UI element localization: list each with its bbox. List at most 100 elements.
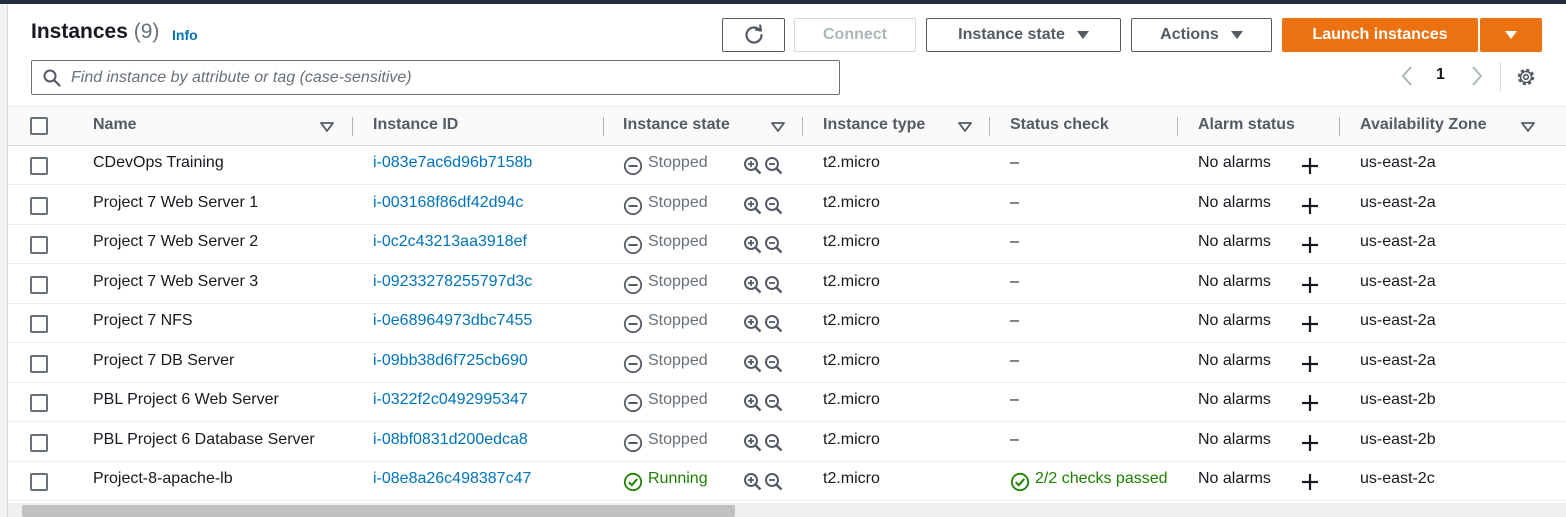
instance-id-link[interactable]: i-083e7ac6d96b7158b xyxy=(373,154,532,172)
add-alarm-icon[interactable] xyxy=(1300,235,1320,260)
instance-id-link[interactable]: i-0322f2c0492995347 xyxy=(373,391,528,409)
zoom-out-icon[interactable] xyxy=(764,275,784,300)
column-header-availability-zone[interactable]: Availability Zone xyxy=(1360,116,1487,134)
alarm-status: No alarms xyxy=(1198,194,1271,211)
column-header-instance-state[interactable]: Instance state xyxy=(623,116,730,134)
row-checkbox[interactable] xyxy=(30,236,48,254)
chevron-right-icon[interactable] xyxy=(1470,64,1484,88)
table-row[interactable]: Project 7 Web Server 3 i-09233278255797d3… xyxy=(8,264,1566,304)
info-link[interactable]: Info xyxy=(172,27,198,43)
sort-caret-icon[interactable] xyxy=(1521,122,1535,132)
row-checkbox[interactable] xyxy=(30,157,48,175)
status-check: – xyxy=(1010,233,1019,250)
instance-name[interactable]: CDevOps Training xyxy=(93,154,224,172)
search-input[interactable]: Find instance by attribute or tag (case-… xyxy=(31,60,840,95)
check-circle-icon xyxy=(1010,472,1030,497)
page-number[interactable]: 1 xyxy=(1436,66,1445,84)
select-all-checkbox[interactable] xyxy=(30,117,48,135)
row-checkbox[interactable] xyxy=(30,473,48,491)
row-checkbox[interactable] xyxy=(30,197,48,215)
column-divider[interactable] xyxy=(603,117,604,136)
column-divider[interactable] xyxy=(802,117,803,136)
table-row[interactable]: Project 7 Web Server 1 i-003168f86df42d94… xyxy=(8,185,1566,225)
zoom-out-icon[interactable] xyxy=(764,472,784,497)
actions-button[interactable]: Actions xyxy=(1131,18,1272,52)
instance-name[interactable]: Project-8-apache-lb xyxy=(93,470,233,488)
zoom-in-icon[interactable] xyxy=(743,354,763,379)
zoom-in-icon[interactable] xyxy=(743,275,763,300)
instance-id-link[interactable]: i-0e68964973dbc7455 xyxy=(373,312,532,330)
zoom-in-icon[interactable] xyxy=(743,156,763,181)
column-header-instance-id[interactable]: Instance ID xyxy=(373,116,458,134)
instance-id-link[interactable]: i-003168f86df42d94c xyxy=(373,194,523,212)
chevron-left-icon[interactable] xyxy=(1400,64,1414,88)
table-row[interactable]: Project 7 NFS i-0e68964973dbc7455 Stopped t… xyxy=(8,303,1566,343)
instance-name[interactable]: Project 7 Web Server 3 xyxy=(93,273,258,291)
instance-name[interactable]: Project 7 DB Server xyxy=(93,352,234,370)
sort-caret-icon[interactable] xyxy=(771,122,785,132)
column-header-name[interactable]: Name xyxy=(93,116,137,134)
zoom-in-icon[interactable] xyxy=(743,472,763,497)
column-header-status-check[interactable]: Status check xyxy=(1010,116,1109,134)
instance-id-link[interactable]: i-09bb38d6f725cb690 xyxy=(373,352,528,370)
instance-id-link[interactable]: i-08bf0831d200edca8 xyxy=(373,431,528,449)
zoom-out-icon[interactable] xyxy=(764,393,784,418)
add-alarm-icon[interactable] xyxy=(1300,354,1320,379)
zoom-in-icon[interactable] xyxy=(743,196,763,221)
sort-caret-icon[interactable] xyxy=(320,122,334,132)
table-row[interactable]: Project 7 Web Server 2 i-0c2c43213aa3918e… xyxy=(8,224,1566,264)
instance-state-button[interactable]: Instance state xyxy=(926,18,1121,52)
gear-icon[interactable] xyxy=(1515,66,1537,88)
instance-name[interactable]: Project 7 Web Server 1 xyxy=(93,194,258,212)
zoom-in-icon[interactable] xyxy=(743,433,763,458)
add-alarm-icon[interactable] xyxy=(1300,472,1320,497)
caret-down-icon xyxy=(1230,30,1243,39)
column-divider[interactable] xyxy=(989,117,990,136)
zoom-out-icon[interactable] xyxy=(764,196,784,221)
instance-name[interactable]: PBL Project 6 Web Server xyxy=(93,391,279,409)
row-checkbox[interactable] xyxy=(30,276,48,294)
instance-id-link[interactable]: i-0c2c43213aa3918ef xyxy=(373,233,527,251)
refresh-button[interactable] xyxy=(722,18,785,52)
scrollbar-thumb[interactable] xyxy=(22,505,735,517)
column-divider[interactable] xyxy=(1177,117,1178,136)
zoom-out-icon[interactable] xyxy=(764,433,784,458)
add-alarm-icon[interactable] xyxy=(1300,275,1320,300)
row-checkbox[interactable] xyxy=(30,394,48,412)
table-row[interactable]: CDevOps Training i-083e7ac6d96b7158b Stopp… xyxy=(8,145,1566,185)
instance-name[interactable]: PBL Project 6 Database Server xyxy=(93,431,315,449)
row-checkbox[interactable] xyxy=(30,434,48,452)
connect-button[interactable]: Connect xyxy=(794,18,916,52)
zoom-out-icon[interactable] xyxy=(764,235,784,260)
instance-name[interactable]: Project 7 Web Server 2 xyxy=(93,233,258,251)
instance-id-link[interactable]: i-08e8a26c498387c47 xyxy=(373,470,531,488)
column-header-alarm-status[interactable]: Alarm status xyxy=(1198,116,1295,134)
add-alarm-icon[interactable] xyxy=(1300,156,1320,181)
zoom-in-icon[interactable] xyxy=(743,235,763,260)
table-row[interactable]: Project 7 DB Server i-09bb38d6f725cb690 St… xyxy=(8,343,1566,383)
table-row[interactable]: PBL Project 6 Web Server i-0322f2c0492995… xyxy=(8,382,1566,422)
table-row[interactable]: PBL Project 6 Database Server i-08bf0831d… xyxy=(8,422,1566,462)
status-check: – xyxy=(1010,273,1019,290)
instance-name[interactable]: Project 7 NFS xyxy=(93,312,193,330)
zoom-out-icon[interactable] xyxy=(764,156,784,181)
zoom-out-icon[interactable] xyxy=(764,354,784,379)
table-row[interactable]: Project-8-apache-lb i-08e8a26c498387c47 Ru… xyxy=(8,461,1566,501)
instance-id-link[interactable]: i-09233278255797d3c xyxy=(373,273,532,291)
launch-instances-button[interactable]: Launch instances xyxy=(1282,18,1478,52)
zoom-in-icon[interactable] xyxy=(743,314,763,339)
zoom-out-icon[interactable] xyxy=(764,314,784,339)
add-alarm-icon[interactable] xyxy=(1300,433,1320,458)
instance-type: t2.micro xyxy=(823,470,880,487)
column-divider[interactable] xyxy=(352,117,353,136)
row-checkbox[interactable] xyxy=(30,355,48,373)
zoom-in-icon[interactable] xyxy=(743,393,763,418)
add-alarm-icon[interactable] xyxy=(1300,393,1320,418)
column-divider[interactable] xyxy=(1339,117,1340,136)
add-alarm-icon[interactable] xyxy=(1300,196,1320,221)
sort-caret-icon[interactable] xyxy=(958,122,972,132)
column-header-instance-type[interactable]: Instance type xyxy=(823,116,925,134)
add-alarm-icon[interactable] xyxy=(1300,314,1320,339)
row-checkbox[interactable] xyxy=(30,315,48,333)
launch-dropdown-button[interactable] xyxy=(1480,18,1542,52)
